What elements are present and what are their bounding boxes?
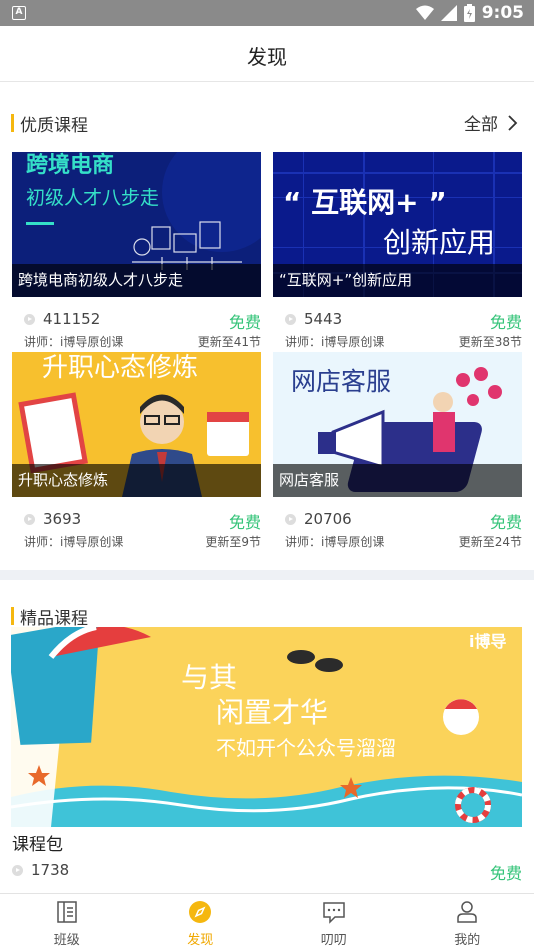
compass-icon <box>189 901 212 923</box>
course-details: 讲师：i博导原创课 更新至38节 <box>273 331 522 351</box>
play-count-icon <box>285 313 296 325</box>
play-count-icon <box>24 313 35 325</box>
price-label: 免费 <box>228 313 261 332</box>
price-label: 免费 <box>489 513 522 532</box>
course-card[interactable]: 跨境电商 初级人才八步走 跨境电商初级人才八步走 411152 免费 讲师：i博… <box>12 152 261 351</box>
section-accent-bar <box>11 607 14 625</box>
notification-a-icon: A <box>12 6 26 20</box>
battery-icon <box>463 4 475 22</box>
thumb-line2: 创新应用 <box>383 226 495 259</box>
tab-chat[interactable]: 叨叨 <box>267 894 401 950</box>
banner-line1: 与其 <box>181 661 237 694</box>
teacher-label: 讲师：i博导原创课 <box>285 335 385 349</box>
banner-line3: 不如开个公众号溜溜 <box>216 736 396 760</box>
thumb-line1: 网店客服 <box>291 367 391 396</box>
view-count-value: 3693 <box>43 510 82 528</box>
view-count-value: 20706 <box>304 510 352 528</box>
price-label: 免费 <box>228 513 261 532</box>
quality-section-header: 优质课程 全部 <box>0 108 534 138</box>
package-title[interactable]: 课程包 <box>12 830 63 855</box>
section-accent-bar <box>11 114 14 132</box>
course-stats: 5443 免费 <box>273 307 522 332</box>
price-label: 免费 <box>489 313 522 332</box>
play-count-icon <box>285 513 296 525</box>
course-caption: 跨境电商初级人才八步走 <box>12 264 261 297</box>
chevron-right-icon <box>508 114 518 131</box>
wifi-icon <box>415 5 434 20</box>
view-all-label: 全部 <box>464 115 498 135</box>
course-stats: 411152 免费 <box>12 307 261 332</box>
course-thumbnail[interactable]: “ 互联网+ ” 创新应用 “互联网+”创新应用 <box>273 152 522 297</box>
app-bar: 发现 <box>0 26 534 82</box>
view-all-button[interactable]: 全部 <box>464 110 518 135</box>
view-count: 411152 <box>24 310 100 328</box>
course-thumbnail[interactable]: 跨境电商 初级人才八步走 跨境电商初级人才八步走 <box>12 152 261 297</box>
section-divider <box>0 570 534 580</box>
view-count-value: 5443 <box>304 310 343 328</box>
tab-discover-label: 发现 <box>187 933 214 948</box>
course-caption: 升职心态修炼 <box>12 464 261 497</box>
page-title: 发现 <box>247 45 287 69</box>
tab-chat-label: 叨叨 <box>320 933 347 948</box>
package-view-count: 1738 <box>12 861 69 879</box>
play-count-icon <box>24 513 35 525</box>
update-label: 更新至9节 <box>205 535 261 549</box>
course-card[interactable]: 网店客服 网店客服 20706 免费 讲师：i博导原创课 更新至24节 <box>273 352 522 551</box>
banner-image: 与其 闲置才华 不如开个公众号溜溜 i博导 <box>11 627 522 827</box>
course-caption: 网店客服 <box>273 464 522 497</box>
update-label: 更新至41节 <box>197 335 261 349</box>
course-card[interactable]: 升职心态修炼 升职心态修炼 3693 免费 讲师：i博导原创课 更新至9节 <box>12 352 261 551</box>
update-label: 更新至38节 <box>458 335 522 349</box>
chat-icon <box>323 902 345 924</box>
course-caption: “互联网+”创新应用 <box>273 264 522 297</box>
thumb-line1: 升职心态修炼 <box>42 353 198 383</box>
tab-class[interactable]: 班级 <box>0 894 134 950</box>
package-view-value: 1738 <box>31 861 70 879</box>
system-icons: 9:05 <box>415 3 524 23</box>
teacher-label: 讲师：i博导原创课 <box>24 535 124 549</box>
view-count: 20706 <box>285 510 352 528</box>
class-icon <box>57 901 77 923</box>
view-count: 5443 <box>285 310 342 328</box>
update-label: 更新至24节 <box>458 535 522 549</box>
banner-brand: i博导 <box>469 632 507 651</box>
signal-icon <box>440 5 457 21</box>
status-bar: A 9:05 <box>0 0 534 26</box>
thumb-line1: 跨境电商 <box>26 152 114 178</box>
status-time: 9:05 <box>481 3 524 23</box>
tab-discover[interactable]: 发现 <box>134 894 268 950</box>
thumb-line2: 初级人才八步走 <box>26 187 159 209</box>
course-stats: 3693 免费 <box>12 507 261 532</box>
course-package-banner[interactable]: 与其 闲置才华 不如开个公众号溜溜 i博导 <box>11 627 522 827</box>
course-details: 讲师：i博导原创课 更新至9节 <box>12 531 261 551</box>
banner-line2: 闲置才华 <box>216 696 328 729</box>
premium-section-title: 精品课程 <box>20 609 88 629</box>
thumb-line1: “ 互联网+ ” <box>283 186 447 219</box>
package-price: 免费 <box>489 864 522 883</box>
course-thumbnail[interactable]: 网店客服 网店客服 <box>273 352 522 497</box>
profile-icon <box>457 901 477 923</box>
course-details: 讲师：i博导原创课 更新至24节 <box>273 531 522 551</box>
course-stats: 20706 免费 <box>273 507 522 532</box>
teacher-label: 讲师：i博导原创课 <box>24 335 124 349</box>
course-card[interactable]: “ 互联网+ ” 创新应用 “互联网+”创新应用 5443 免费 讲师：i博导原… <box>273 152 522 351</box>
view-count: 3693 <box>24 510 81 528</box>
tab-class-label: 班级 <box>53 933 80 948</box>
play-count-icon <box>12 864 23 876</box>
teacher-label: 讲师：i博导原创课 <box>285 535 385 549</box>
view-count-value: 411152 <box>43 310 101 328</box>
course-thumbnail[interactable]: 升职心态修炼 升职心态修炼 <box>12 352 261 497</box>
quality-section-title: 优质课程 <box>20 116 88 136</box>
tab-profile[interactable]: 我的 <box>401 894 534 950</box>
bottom-tab-bar: 班级 发现 叨叨 我的 <box>0 893 534 950</box>
tab-profile-label: 我的 <box>454 933 481 948</box>
course-details: 讲师：i博导原创课 更新至41节 <box>12 331 261 351</box>
